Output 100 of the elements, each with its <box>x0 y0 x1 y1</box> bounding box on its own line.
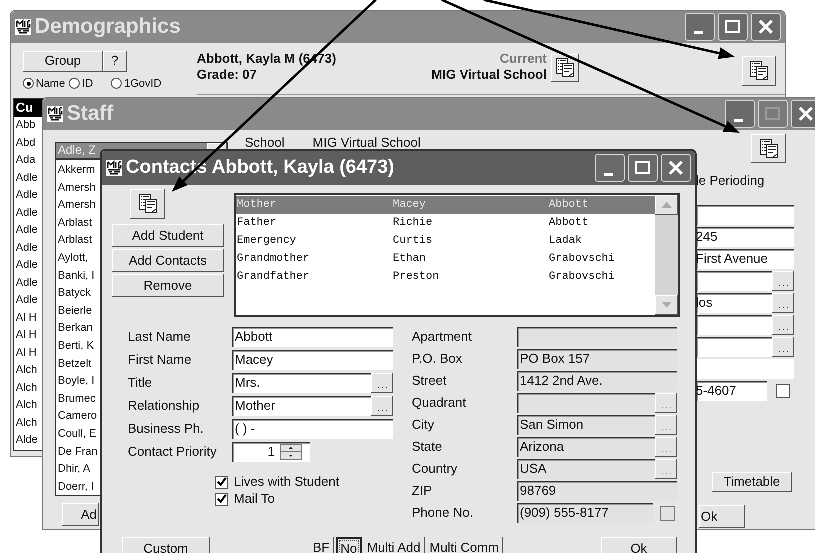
staff-list-item[interactable]: Batyck <box>58 287 92 300</box>
action-button[interactable]: Add Contacts <box>112 249 224 272</box>
staff-list-item[interactable]: Banki, I <box>58 270 95 282</box>
input-field[interactable] <box>517 327 677 347</box>
staff-list-item[interactable]: Camero <box>58 410 98 422</box>
student-list-item[interactable]: Alch <box>16 399 38 411</box>
contact-row[interactable]: Grandfather Preston Grabovschi <box>236 268 655 286</box>
documents-button[interactable] <box>751 134 786 163</box>
close-button[interactable] <box>661 154 691 182</box>
scrollbar[interactable] <box>655 195 678 315</box>
input-field[interactable] <box>696 205 794 225</box>
contact-row[interactable]: Father Richie Abbott <box>236 214 655 232</box>
checkbox[interactable] <box>660 506 675 520</box>
input-field[interactable] <box>696 315 772 335</box>
student-list-item[interactable]: Adle <box>16 206 38 218</box>
minimize-button[interactable] <box>725 100 755 128</box>
lookup-button[interactable] <box>655 459 677 479</box>
action-button[interactable]: Add Student <box>112 224 224 247</box>
ok-button[interactable]: Ok <box>699 505 745 528</box>
staff-list-item[interactable]: De Fran <box>58 446 98 458</box>
input-field[interactable] <box>696 359 794 379</box>
lookup-button[interactable] <box>772 271 794 291</box>
lookup-button[interactable] <box>371 396 393 416</box>
documents-button[interactable] <box>551 54 579 82</box>
student-list-item[interactable]: Al H <box>16 346 37 358</box>
student-list-item[interactable]: Ada <box>16 154 36 166</box>
add-button[interactable]: Ad <box>62 503 99 526</box>
lookup-button[interactable] <box>772 293 794 313</box>
input-field[interactable]: San Simon <box>517 415 655 435</box>
radio-button[interactable]: Name <box>23 76 66 92</box>
staff-list-item[interactable]: Berkan <box>58 322 93 334</box>
staff-list-item[interactable]: Doerr, I <box>58 480 94 493</box>
lookup-button[interactable] <box>772 337 794 357</box>
input-field[interactable]: Abbott <box>232 327 393 347</box>
input-field[interactable]: (909) 555-8177 <box>517 503 653 523</box>
toolbar-button[interactable]: BF <box>310 537 334 553</box>
student-list-item[interactable]: Adle <box>16 242 38 254</box>
input-field[interactable]: 245 <box>696 227 794 247</box>
staff-list-item[interactable]: Akkerm <box>58 164 96 176</box>
input-field[interactable] <box>517 393 655 413</box>
lookup-button[interactable] <box>655 437 677 457</box>
staff-list-item[interactable]: Amersh <box>58 199 96 212</box>
close-button[interactable] <box>751 12 781 41</box>
input-field[interactable]: los <box>696 293 772 313</box>
input-field[interactable] <box>696 337 772 357</box>
staff-list-item[interactable]: Coull, E <box>58 428 97 440</box>
input-field[interactable]: First Avenue <box>696 249 794 269</box>
input-field[interactable]: Mrs. <box>232 373 371 393</box>
student-list-item[interactable]: Adle <box>16 276 38 288</box>
spinner-field[interactable]: 1 <box>232 442 310 462</box>
student-list-item[interactable]: Al H <box>16 329 37 341</box>
staff-list-item[interactable]: Arblast <box>58 216 92 229</box>
maximize-button[interactable] <box>628 154 658 182</box>
contact-row[interactable]: Emergency Curtis Ladak <box>236 232 655 250</box>
student-list-item[interactable]: Adle <box>16 294 38 306</box>
toolbar-button[interactable]: No <box>336 537 362 553</box>
checkbox[interactable] <box>776 384 790 398</box>
maximize-button[interactable] <box>718 12 748 41</box>
student-list-item[interactable]: Al H <box>16 312 37 324</box>
lookup-button[interactable] <box>371 373 393 393</box>
scroll-up-button[interactable] <box>655 195 678 215</box>
student-list-item[interactable]: Abb <box>16 119 36 131</box>
student-list-item[interactable]: Adle <box>16 189 38 201</box>
staff-list-item[interactable]: Berti, K <box>58 340 94 352</box>
staff-list-item[interactable]: Beierle <box>58 304 92 317</box>
lookup-button[interactable] <box>772 315 794 335</box>
input-field[interactable]: Macey <box>232 350 393 370</box>
group-button[interactable]: Group <box>23 50 103 72</box>
close-button[interactable] <box>791 100 815 128</box>
timetable-button[interactable]: Timetable <box>712 472 792 492</box>
scroll-down-button[interactable] <box>655 295 678 315</box>
contact-row[interactable]: Grandmother Ethan Grabovschi <box>236 250 655 268</box>
documents-button[interactable] <box>742 56 776 86</box>
staff-list-item[interactable]: Dhir, A <box>58 463 90 476</box>
staff-list-item[interactable]: Boyle, I <box>58 375 95 388</box>
radio-button[interactable]: 1GovID <box>111 76 162 92</box>
radio-button[interactable]: ID <box>69 76 94 92</box>
input-field[interactable]: ( ) - <box>232 419 393 439</box>
staff-list-item[interactable]: Amersh <box>58 182 96 194</box>
student-list-item[interactable]: Alch <box>16 382 38 394</box>
student-list-item[interactable]: Adle <box>16 224 38 236</box>
staff-list-item[interactable]: Brumec <box>58 392 96 405</box>
student-list-item[interactable]: Alch <box>16 416 38 428</box>
lookup-button[interactable] <box>655 393 677 413</box>
input-field[interactable] <box>696 271 772 291</box>
input-field[interactable]: 98769 <box>517 481 677 501</box>
input-field[interactable]: 1412 2nd Ave. <box>517 371 677 391</box>
input-field[interactable]: USA <box>517 459 655 479</box>
checkbox[interactable] <box>215 492 228 506</box>
help-button[interactable]: ? <box>103 50 127 72</box>
staff-list-item[interactable]: Aylott, <box>58 252 88 264</box>
checkbox[interactable] <box>215 476 228 488</box>
student-list-item[interactable]: Abd <box>16 136 36 148</box>
documents-button[interactable] <box>130 189 165 219</box>
input-field[interactable]: PO Box 157 <box>517 349 677 369</box>
input-field[interactable]: 5-4607 <box>696 381 767 401</box>
student-list-item[interactable]: Adle <box>16 172 38 184</box>
input-field[interactable]: Arizona <box>517 437 655 457</box>
student-list-item[interactable]: Alde <box>16 434 38 446</box>
student-list-item[interactable]: Adle <box>16 259 38 271</box>
